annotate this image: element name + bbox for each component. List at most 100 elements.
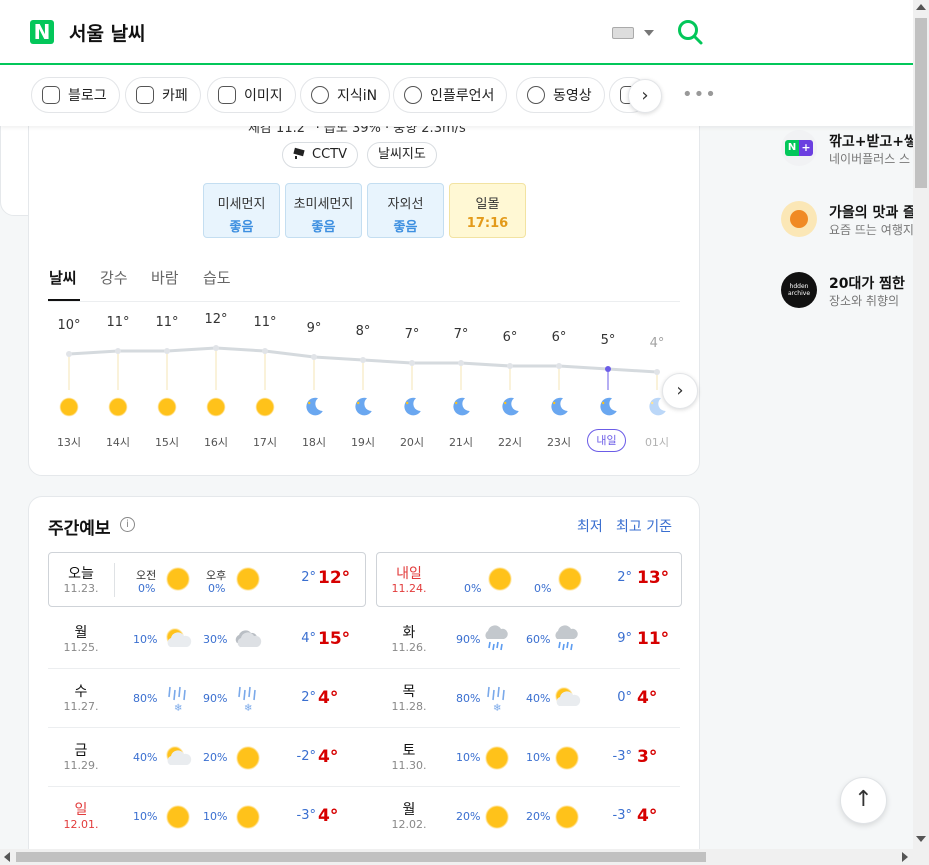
- chip-video[interactable]: 동영상: [516, 77, 605, 113]
- hour-temperature: 5°: [600, 333, 616, 348]
- moon-icon: [498, 395, 522, 419]
- pm-precip-chance: 0%: [534, 582, 552, 595]
- tab-wind[interactable]: 바람: [151, 267, 179, 288]
- chip-label: 이미지: [244, 88, 283, 104]
- air-value: 좋음: [393, 220, 418, 235]
- min-temperature: -3°: [296, 808, 316, 823]
- tab-divider: [48, 301, 680, 302]
- moon-icon: [449, 395, 473, 419]
- air-sunset[interactable]: 일몰 17:16: [449, 183, 526, 238]
- hidden-archive-logo[interactable]: hdden archive: [781, 272, 817, 308]
- more-icon[interactable]: •••: [682, 84, 717, 105]
- hour-time: 23시: [546, 436, 572, 449]
- day-date: 12.02.: [391, 818, 427, 831]
- influencer-icon: [404, 86, 422, 104]
- naver-plus-icon[interactable]: N +: [781, 130, 817, 166]
- chip-influencer[interactable]: 인플루언서: [393, 77, 508, 113]
- search-header: N 서울 날씨 블로그 카페 이미지 지식iN 인플루언서 동영상 › •••: [0, 0, 913, 126]
- search-query[interactable]: 서울 날씨: [69, 19, 146, 46]
- day-date: 11.25.: [63, 641, 99, 654]
- hour-point: [458, 360, 464, 366]
- vertical-scroll-thumb[interactable]: [915, 18, 927, 188]
- tab-weather[interactable]: 날씨: [49, 267, 77, 288]
- sleet-icon: ❄: [482, 684, 512, 714]
- side-item-sub: 네이버플러스 스: [829, 152, 911, 166]
- sort-max-button[interactable]: 최고 기준: [616, 516, 672, 536]
- autumn-travel-icon[interactable]: [781, 201, 817, 237]
- chip-label: 동영상: [553, 88, 592, 104]
- side-item-sub: 요즘 뜨는 여행지: [829, 223, 914, 237]
- video-icon: [527, 86, 545, 104]
- day-date: 11.24.: [391, 582, 427, 595]
- sun-icon: [204, 395, 228, 419]
- horizontal-scroll-thumb[interactable]: [16, 852, 706, 862]
- chip-cafe[interactable]: 카페: [125, 77, 201, 113]
- air-fine-dust[interactable]: 미세먼지 좋음: [203, 183, 280, 238]
- sleet-icon: ❄: [233, 684, 263, 714]
- hour-temperature: 4°: [649, 336, 665, 351]
- max-temperature: 13°: [637, 568, 670, 588]
- hourly-temperature-graph: [66, 345, 660, 390]
- side-item-title[interactable]: 가을의 맛과 즐: [829, 202, 916, 222]
- pm-label: 오후: [206, 569, 227, 582]
- moon-icon: [596, 395, 620, 419]
- min-temperature: 9°: [617, 631, 632, 646]
- scroll-down-arrow-icon[interactable]: [916, 836, 926, 842]
- info-icon[interactable]: i: [120, 517, 135, 532]
- scroll-up-arrow-icon[interactable]: [916, 4, 926, 10]
- sort-min-button[interactable]: 최저: [577, 516, 603, 536]
- chip-label: 카페: [162, 88, 188, 104]
- pm-precip-chance: 90%: [203, 692, 228, 705]
- day-name: 월: [74, 625, 88, 641]
- max-temperature: 4°: [318, 747, 339, 767]
- hour-point: [115, 348, 121, 354]
- sun-icon: [552, 743, 582, 773]
- cctv-button[interactable]: CCTV: [282, 142, 358, 168]
- hour-point: [507, 363, 513, 369]
- weather-map-label: 날씨지도: [378, 147, 426, 162]
- hourly-next-button[interactable]: ›: [662, 373, 698, 409]
- day-date: 11.28.: [391, 700, 427, 713]
- scroll-right-arrow-icon[interactable]: [902, 852, 908, 862]
- row-divider: [48, 668, 680, 669]
- max-temperature: 3°: [637, 747, 658, 767]
- search-icon[interactable]: [676, 18, 704, 46]
- chip-scroll-next-button[interactable]: ›: [628, 79, 662, 113]
- chip-kin[interactable]: 지식iN: [300, 77, 391, 113]
- rain-icon: [482, 625, 512, 655]
- air-title: 일몰: [475, 197, 500, 212]
- naver-logo[interactable]: N: [30, 20, 54, 44]
- scroll-to-top-button[interactable]: ↑: [840, 777, 887, 824]
- hour-time: 22시: [497, 436, 523, 449]
- am-precip-chance: 0%: [138, 582, 156, 595]
- air-value: 17:16: [466, 216, 509, 231]
- side-item-title[interactable]: 깎고+받고+쌓: [829, 131, 917, 151]
- cctv-label: CCTV: [312, 147, 347, 162]
- side-item-title[interactable]: 20대가 찜한: [829, 273, 905, 293]
- partly-icon: [552, 684, 582, 714]
- row-divider: [48, 786, 680, 787]
- tab-humidity[interactable]: 습도: [203, 267, 231, 288]
- hour-time: 20시: [399, 436, 425, 449]
- keyboard-icon[interactable]: [612, 27, 634, 39]
- pm-precip-chance: 60%: [526, 633, 551, 646]
- hour-point: [605, 366, 611, 372]
- max-temperature: 4°: [318, 688, 339, 708]
- tab-precipitation[interactable]: 강수: [100, 267, 128, 288]
- blog-icon: [42, 86, 60, 104]
- air-uv[interactable]: 자외선 좋음: [367, 183, 444, 238]
- am-precip-chance: 10%: [456, 751, 481, 764]
- chip-blog[interactable]: 블로그: [31, 77, 120, 113]
- divider: [114, 563, 115, 597]
- day-name: 화: [402, 625, 416, 641]
- weather-map-button[interactable]: 날씨지도: [367, 142, 437, 168]
- chevron-down-icon[interactable]: [644, 30, 654, 36]
- day-name: 일: [74, 802, 88, 818]
- chip-image[interactable]: 이미지: [207, 77, 296, 113]
- scroll-left-arrow-icon[interactable]: [4, 852, 10, 862]
- air-ultrafine-dust[interactable]: 초미세먼지 좋음: [285, 183, 362, 238]
- day-name: 내일: [396, 566, 422, 582]
- hour-point: [66, 351, 72, 357]
- image-icon: [218, 86, 236, 104]
- air-title: 초미세먼지: [293, 197, 354, 212]
